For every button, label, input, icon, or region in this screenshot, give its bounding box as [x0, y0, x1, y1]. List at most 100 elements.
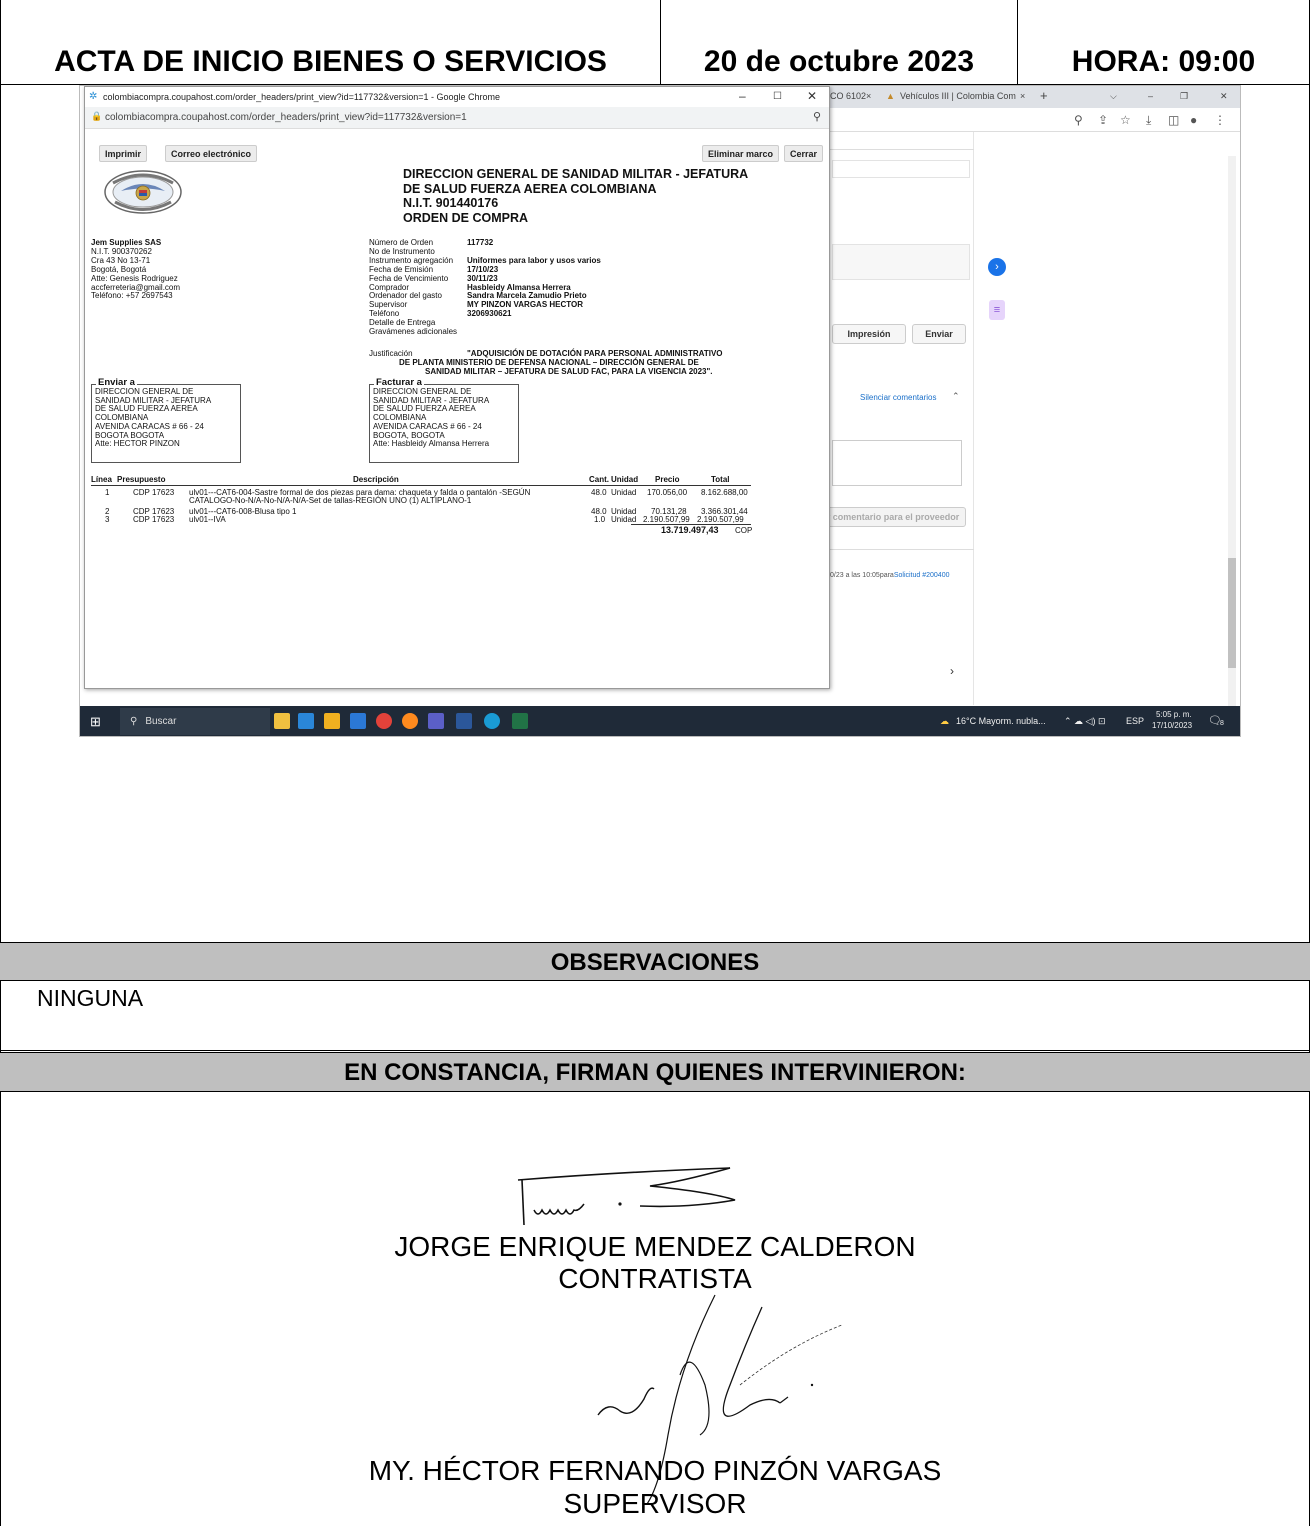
scrollbar-thumb[interactable] — [1228, 558, 1236, 668]
tray-icons[interactable]: ⌃ ☁ ◁) ⊡ — [1064, 716, 1106, 727]
close-button[interactable]: Cerrar — [784, 145, 824, 162]
new-tab-icon[interactable]: + — [1040, 88, 1048, 103]
detail-value: 117732 — [467, 238, 494, 247]
windows-start-icon[interactable]: ⊞ — [90, 714, 101, 730]
background-tab-2[interactable]: Vehículos III | Colombia Com — [900, 91, 1016, 101]
signatures-header: EN CONSTANCIA, FIRMAN QUIENES INTERVINIE… — [0, 1052, 1310, 1092]
mute-comments-link[interactable]: Silenciar comentarios — [860, 393, 936, 402]
tab-close-icon[interactable]: × — [866, 91, 871, 101]
org-nit: N.I.T. 901440176 — [403, 196, 499, 210]
clock-date[interactable]: 17/10/2023 — [1152, 721, 1192, 730]
close-icon[interactable]: ✕ — [1220, 91, 1228, 102]
document-header: ACTA DE INICIO BIENES O SERVICIOS 20 de … — [0, 0, 1310, 85]
email-button[interactable]: Correo electrónico — [165, 145, 258, 162]
teams-icon[interactable] — [428, 713, 444, 729]
excel-icon[interactable] — [512, 713, 528, 729]
ship-to-box: Enviar a DIRECCION GENERAL DE SANIDAD MI… — [91, 378, 241, 463]
cell-budget: CDP 17623 — [133, 488, 175, 497]
detail-value: 3206930621 — [467, 309, 512, 319]
print-view-window: ✲ colombiacompra.coupahost.com/order_hea… — [84, 86, 830, 689]
search-icon: ⚲ — [130, 716, 138, 727]
notification-count: 8 — [1220, 720, 1224, 727]
zoom-icon[interactable]: ⚲ — [813, 110, 821, 123]
col-header: Descripción — [353, 475, 399, 484]
cell-unit: Unidad — [611, 488, 637, 497]
cell-qty: 1.0 — [594, 515, 606, 524]
popup-address-bar[interactable]: 🔒 colombiacompra.coupahost.com/order_hea… — [85, 107, 829, 129]
edge-icon[interactable] — [484, 713, 500, 729]
tab-close-icon[interactable]: × — [1020, 91, 1025, 101]
notes-icon[interactable]: ≡ — [989, 300, 1005, 320]
close-icon[interactable]: ✕ — [807, 89, 817, 103]
chevron-down-icon[interactable]: ⌵ — [1110, 91, 1117, 102]
restore-icon[interactable]: ❐ — [1180, 91, 1188, 102]
org-line-1: DIRECCION GENERAL DE SANIDAD MILITAR - J… — [403, 167, 749, 181]
download-icon[interactable]: ⤓ — [1146, 113, 1151, 128]
remove-frame-button[interactable]: Eliminar marco — [702, 145, 780, 162]
minimize-icon[interactable]: – — [1148, 91, 1153, 101]
zoom-icon[interactable]: ⚲ — [1074, 113, 1083, 127]
document-time: HORA: 09:00 — [1018, 0, 1310, 85]
vendor-line: Teléfono: +57 2697543 — [91, 291, 173, 301]
clock-time[interactable]: 5:05 p. m. — [1156, 710, 1192, 719]
file-explorer-icon[interactable] — [274, 713, 290, 729]
cell-description: ulv01--IVA — [189, 515, 226, 524]
divider — [0, 1050, 1310, 1051]
chevron-up-icon[interactable]: ⌃ — [952, 391, 960, 402]
firefox-icon[interactable] — [402, 713, 418, 729]
lock-icon: 🔒 — [91, 111, 103, 121]
send-button[interactable]: Enviar — [912, 324, 966, 344]
currency: COP — [735, 526, 753, 535]
chrome-icon[interactable] — [376, 713, 392, 729]
background-toolbar: ⚲ ⇪ ☆ ⤓ ◫ ● ⋮ — [828, 108, 1240, 132]
search-placeholder: Buscar — [145, 716, 177, 727]
log-link[interactable]: Solicitud #200400 — [894, 572, 950, 579]
share-icon[interactable]: ⇪ — [1098, 113, 1108, 127]
comment-to-vendor-button[interactable]: r comentario para el proveedor — [820, 507, 966, 527]
comment-textarea[interactable] — [832, 440, 962, 486]
taskbar-search[interactable]: ⚲ Buscar — [120, 708, 270, 735]
cell-qty: 48.0 — [591, 488, 607, 497]
grand-total: 13.719.497,43 — [661, 525, 719, 535]
cell-budget: CDP 17623 — [133, 515, 175, 524]
folder-icon[interactable] — [298, 713, 314, 729]
ie-icon[interactable] — [350, 713, 366, 729]
weather-text[interactable]: 16°C Mayorm. nubla... — [956, 716, 1046, 726]
background-tab-strip: CO 6102 × ▲ Vehículos III | Colombia Com… — [828, 86, 1240, 108]
popup-url[interactable]: colombiacompra.coupahost.com/order_heade… — [105, 112, 467, 123]
background-tab-1[interactable]: CO 6102 — [830, 91, 866, 101]
windows-taskbar: ⊞ ⚲ Buscar ☁ 16°C Mayorm. nubla... ⌃ ☁ ◁)… — [80, 706, 1240, 736]
col-header: Cant. — [589, 475, 609, 484]
col-header: Línea — [91, 475, 112, 484]
panel-top-field — [828, 132, 974, 150]
explorer-icon[interactable] — [324, 713, 340, 729]
justification-line: SANIDAD MILITAR – JEFATURA DE SALUD FAC,… — [425, 366, 713, 376]
language-indicator[interactable]: ESP — [1126, 716, 1144, 726]
col-header: Precio — [655, 475, 680, 484]
cell-unit: Unidad — [611, 515, 637, 524]
word-icon[interactable] — [456, 713, 472, 729]
sidepanel-icon[interactable]: ◫ — [1168, 113, 1179, 127]
star-icon[interactable]: ☆ — [1120, 113, 1131, 127]
panel-field[interactable] — [832, 160, 970, 178]
profile-icon[interactable]: ● — [1190, 113, 1197, 127]
tab-favicon-icon: ▲ — [886, 91, 895, 101]
chevron-right-icon[interactable]: › — [950, 664, 954, 678]
panel-box — [832, 244, 970, 280]
menu-icon[interactable]: ⋮ — [1214, 113, 1226, 127]
print-button[interactable]: Imprimir — [99, 145, 148, 162]
minimize-icon[interactable]: – — [739, 89, 746, 103]
expand-arrow-icon[interactable]: › — [988, 258, 1006, 276]
table-header: Línea Presupuesto Descripción Cant. Unid… — [91, 475, 751, 486]
cell-total: 2.190.507,99 — [697, 515, 744, 524]
document-date: 20 de octubre 2023 — [661, 0, 1018, 85]
log-entry: 0/23 a las 10:05paraSolicitud #200400 — [830, 572, 949, 579]
supervisor-role: SUPERVISOR — [563, 1488, 747, 1519]
order-details: Número de Orden 117732 No de Instrumento … — [369, 238, 601, 337]
vendor-block: Jem Supplies SAS N.I.T. 900370262 Cra 43… — [91, 238, 180, 301]
print-button[interactable]: Impresión — [832, 324, 906, 344]
justification: Justificación "ADQUISICIÓN DE DOTACIÓN PA… — [369, 349, 769, 377]
maximize-icon[interactable]: ☐ — [773, 91, 782, 102]
weather-icon: ☁ — [940, 716, 949, 726]
background-page: Impresión Enviar Silenciar comentarios ⌃… — [820, 132, 1240, 705]
